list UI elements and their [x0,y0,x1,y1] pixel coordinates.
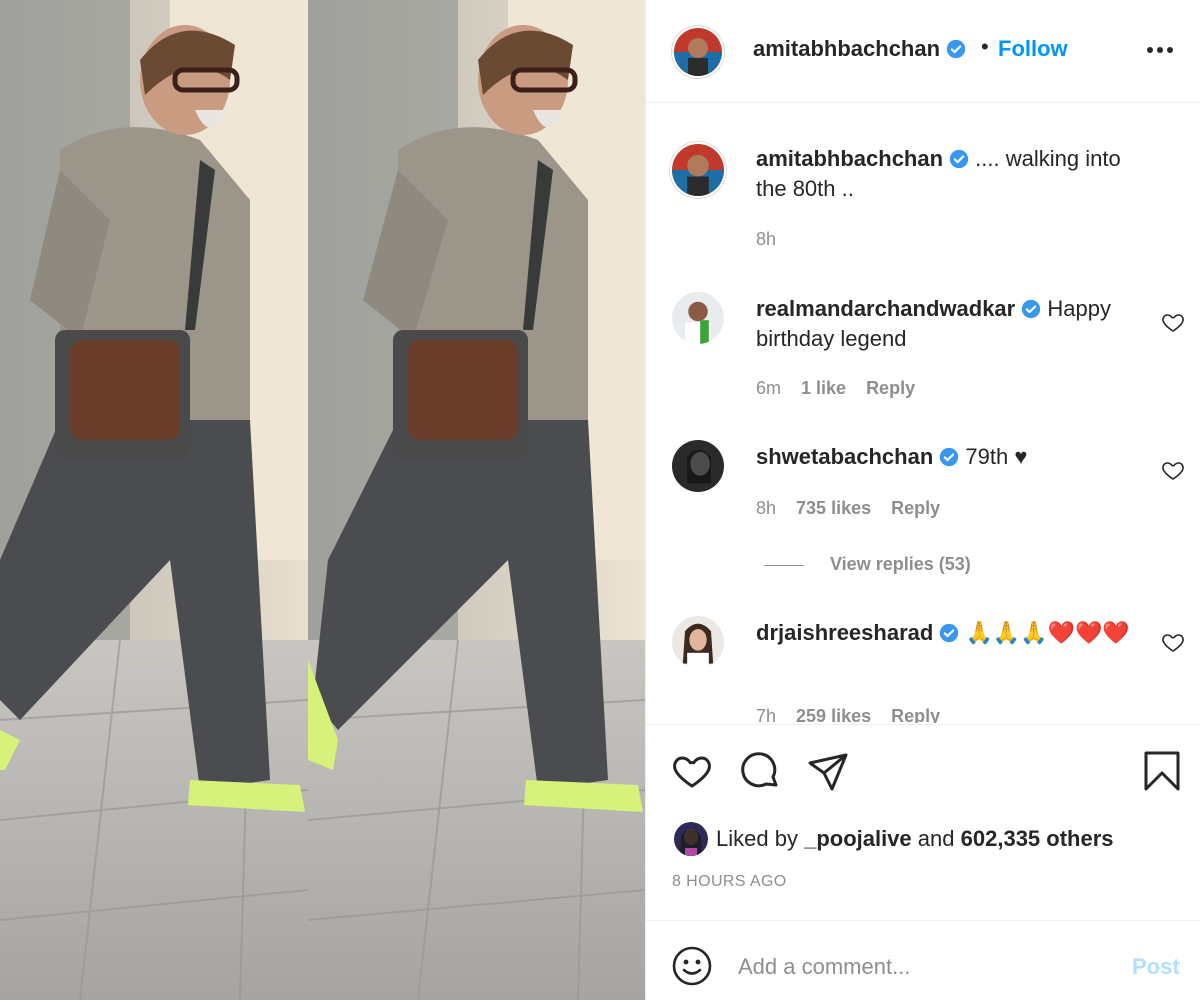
comment-likes[interactable]: 735 likes [796,498,871,518]
heart-icon[interactable] [1161,630,1185,654]
comment-meta: 8h 735 likes Reply [756,498,960,519]
caption-avatar[interactable] [670,142,726,198]
post-timestamp[interactable]: 8 HOURS AGO [672,873,787,891]
view-replies-line [764,564,804,566]
follow-button[interactable]: Follow [998,36,1068,62]
caption-body: amitabhbachchan .... walking into the 80… [756,144,1156,204]
avatar-image [672,616,724,668]
verified-badge-icon [940,447,959,467]
liked-by-user[interactable]: _poojalive [804,826,912,852]
view-replies-button[interactable]: View replies (53) [764,554,971,575]
post-photo[interactable] [0,0,645,1000]
liked-by-and: and [917,826,955,851]
comment-icon[interactable] [738,749,782,793]
author-username-text: amitabhbachchan [753,36,941,61]
comment-text: 🙏🙏🙏❤️❤️❤️ [965,620,1130,645]
comment-time: 6m [756,378,782,398]
post-header: amitabhbachchan • Follow [646,0,1200,103]
more-horizontal-icon [1147,47,1173,53]
comment-likes[interactable]: 1 like [801,378,846,398]
post-comment-button[interactable]: Post [1132,954,1180,980]
heart-icon[interactable] [1161,310,1185,334]
verified-badge-icon [946,39,966,59]
post-sidebar: amitabhbachchan • Follow amitabhbachchan… [645,0,1200,1000]
avatar-image [674,28,722,76]
liked-by-prefix: Liked by [716,826,798,851]
avatar-image [672,144,724,196]
reply-button[interactable]: Reply [891,706,940,723]
caption-meta: 8h [756,229,796,250]
comment-avatar[interactable] [672,440,724,492]
author-avatar[interactable] [672,26,724,78]
caption-username[interactable]: amitabhbachchan [756,146,943,171]
comment-avatar[interactable] [672,616,724,668]
liked-by-row: Liked by _poojalive and 602,335 others [674,821,1114,857]
avatar-image [672,292,724,344]
comment-username[interactable]: drjaishreesharad [756,620,933,645]
share-icon[interactable] [806,749,850,793]
comment-meta: 6m 1 like Reply [756,378,935,399]
comment-text: 79th ♥ [965,444,1028,469]
avatar-image [672,440,724,492]
photo-left-half [0,0,308,1000]
photo-right-half [308,0,645,1000]
reply-button[interactable]: Reply [891,498,940,518]
comment-username[interactable]: realmandarchandwadkar [756,296,1015,321]
caption-time: 8h [756,229,777,249]
photo-image-duplicate [308,0,645,1000]
comment-body: shwetabachchan 79th ♥ [756,442,1156,472]
comments-list[interactable]: amitabhbachchan .... walking into the 80… [646,104,1200,723]
comment-input[interactable] [738,947,1118,987]
comment-meta: 7h 259 likes Reply [756,706,960,723]
post-actions: Liked by _poojalive and 602,335 others 8… [646,724,1200,919]
photo-image [0,0,308,1000]
comment-body: realmandarchandwadkar Happy birthday leg… [756,294,1156,354]
add-comment-bar: Post [646,920,1200,1000]
comment-username[interactable]: shwetabachchan [756,444,933,469]
comment-avatar[interactable] [672,292,724,344]
comment-time: 7h [756,706,777,723]
separator-dot: • [981,34,989,59]
smiley-icon[interactable] [670,944,714,988]
comment-time: 8h [756,498,777,518]
more-options-icon[interactable] [1142,30,1178,70]
view-replies-label: View replies (53) [830,554,971,574]
heart-icon[interactable] [1161,458,1185,482]
comment-body: drjaishreesharad 🙏🙏🙏❤️❤️❤️ [756,618,1156,648]
comment-likes[interactable]: 259 likes [796,706,871,723]
author-username[interactable]: amitabhbachchan [753,36,966,62]
verified-badge-icon [1022,299,1041,319]
verified-badge-icon [940,623,959,643]
liker-avatar[interactable] [674,822,708,856]
like-heart-icon[interactable] [670,749,714,793]
liked-by-count[interactable]: 602,335 others [961,826,1114,852]
verified-badge-icon [949,149,969,169]
avatar-image [674,822,708,856]
bookmark-icon[interactable] [1140,749,1184,793]
reply-button[interactable]: Reply [866,378,915,398]
